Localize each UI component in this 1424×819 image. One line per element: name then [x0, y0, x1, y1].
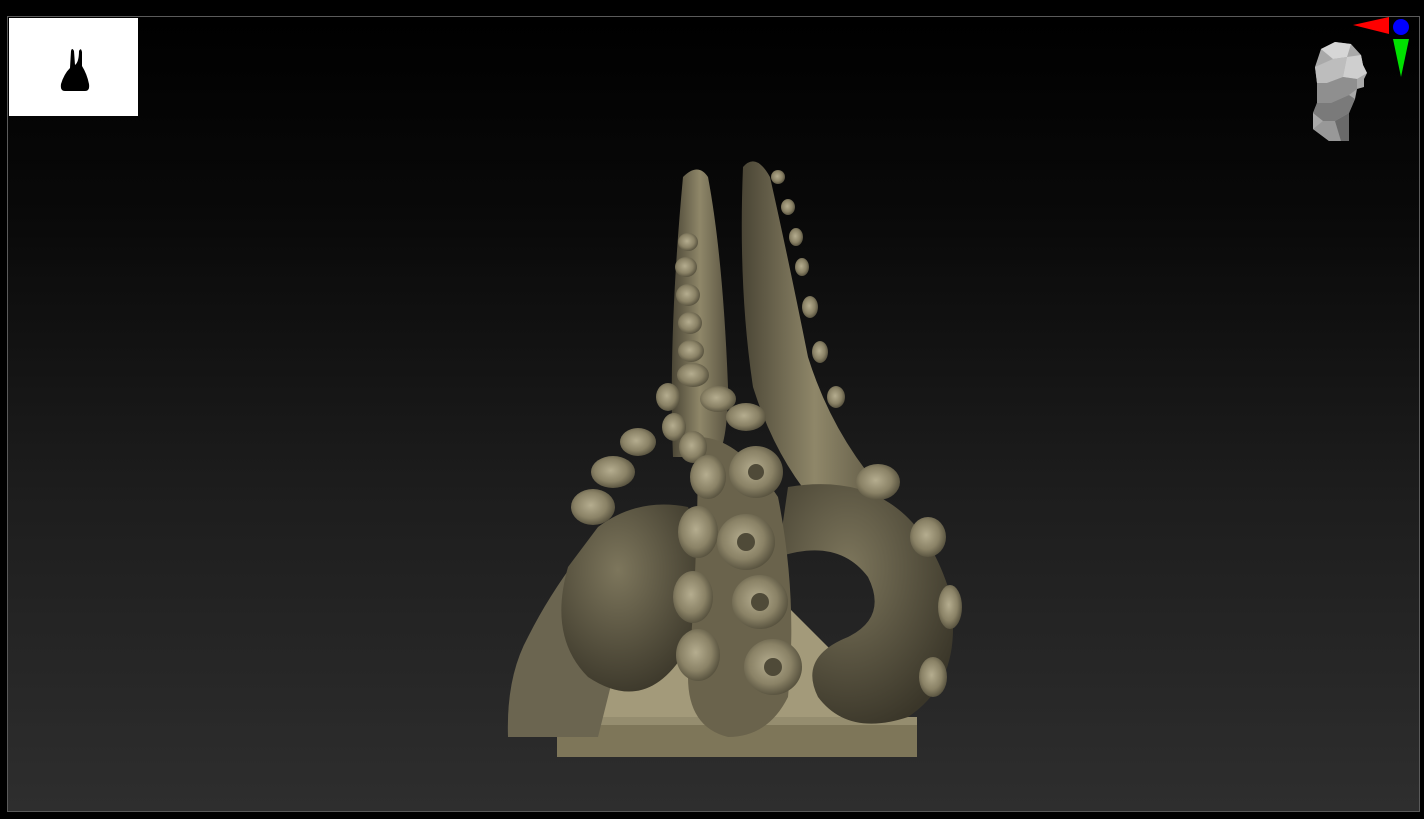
sculpt-model[interactable]: [488, 137, 968, 767]
y-axis-arrow[interactable]: [1393, 39, 1409, 77]
thumbnail-preview: [9, 18, 138, 116]
navigator-gizmo[interactable]: [1305, 17, 1417, 147]
z-axis-dot[interactable]: [1393, 19, 1409, 35]
head-navigator-icon[interactable]: [1313, 42, 1367, 141]
3d-viewport[interactable]: [7, 16, 1420, 812]
x-axis-arrow[interactable]: [1353, 17, 1389, 34]
silhouette-icon: [60, 49, 90, 91]
